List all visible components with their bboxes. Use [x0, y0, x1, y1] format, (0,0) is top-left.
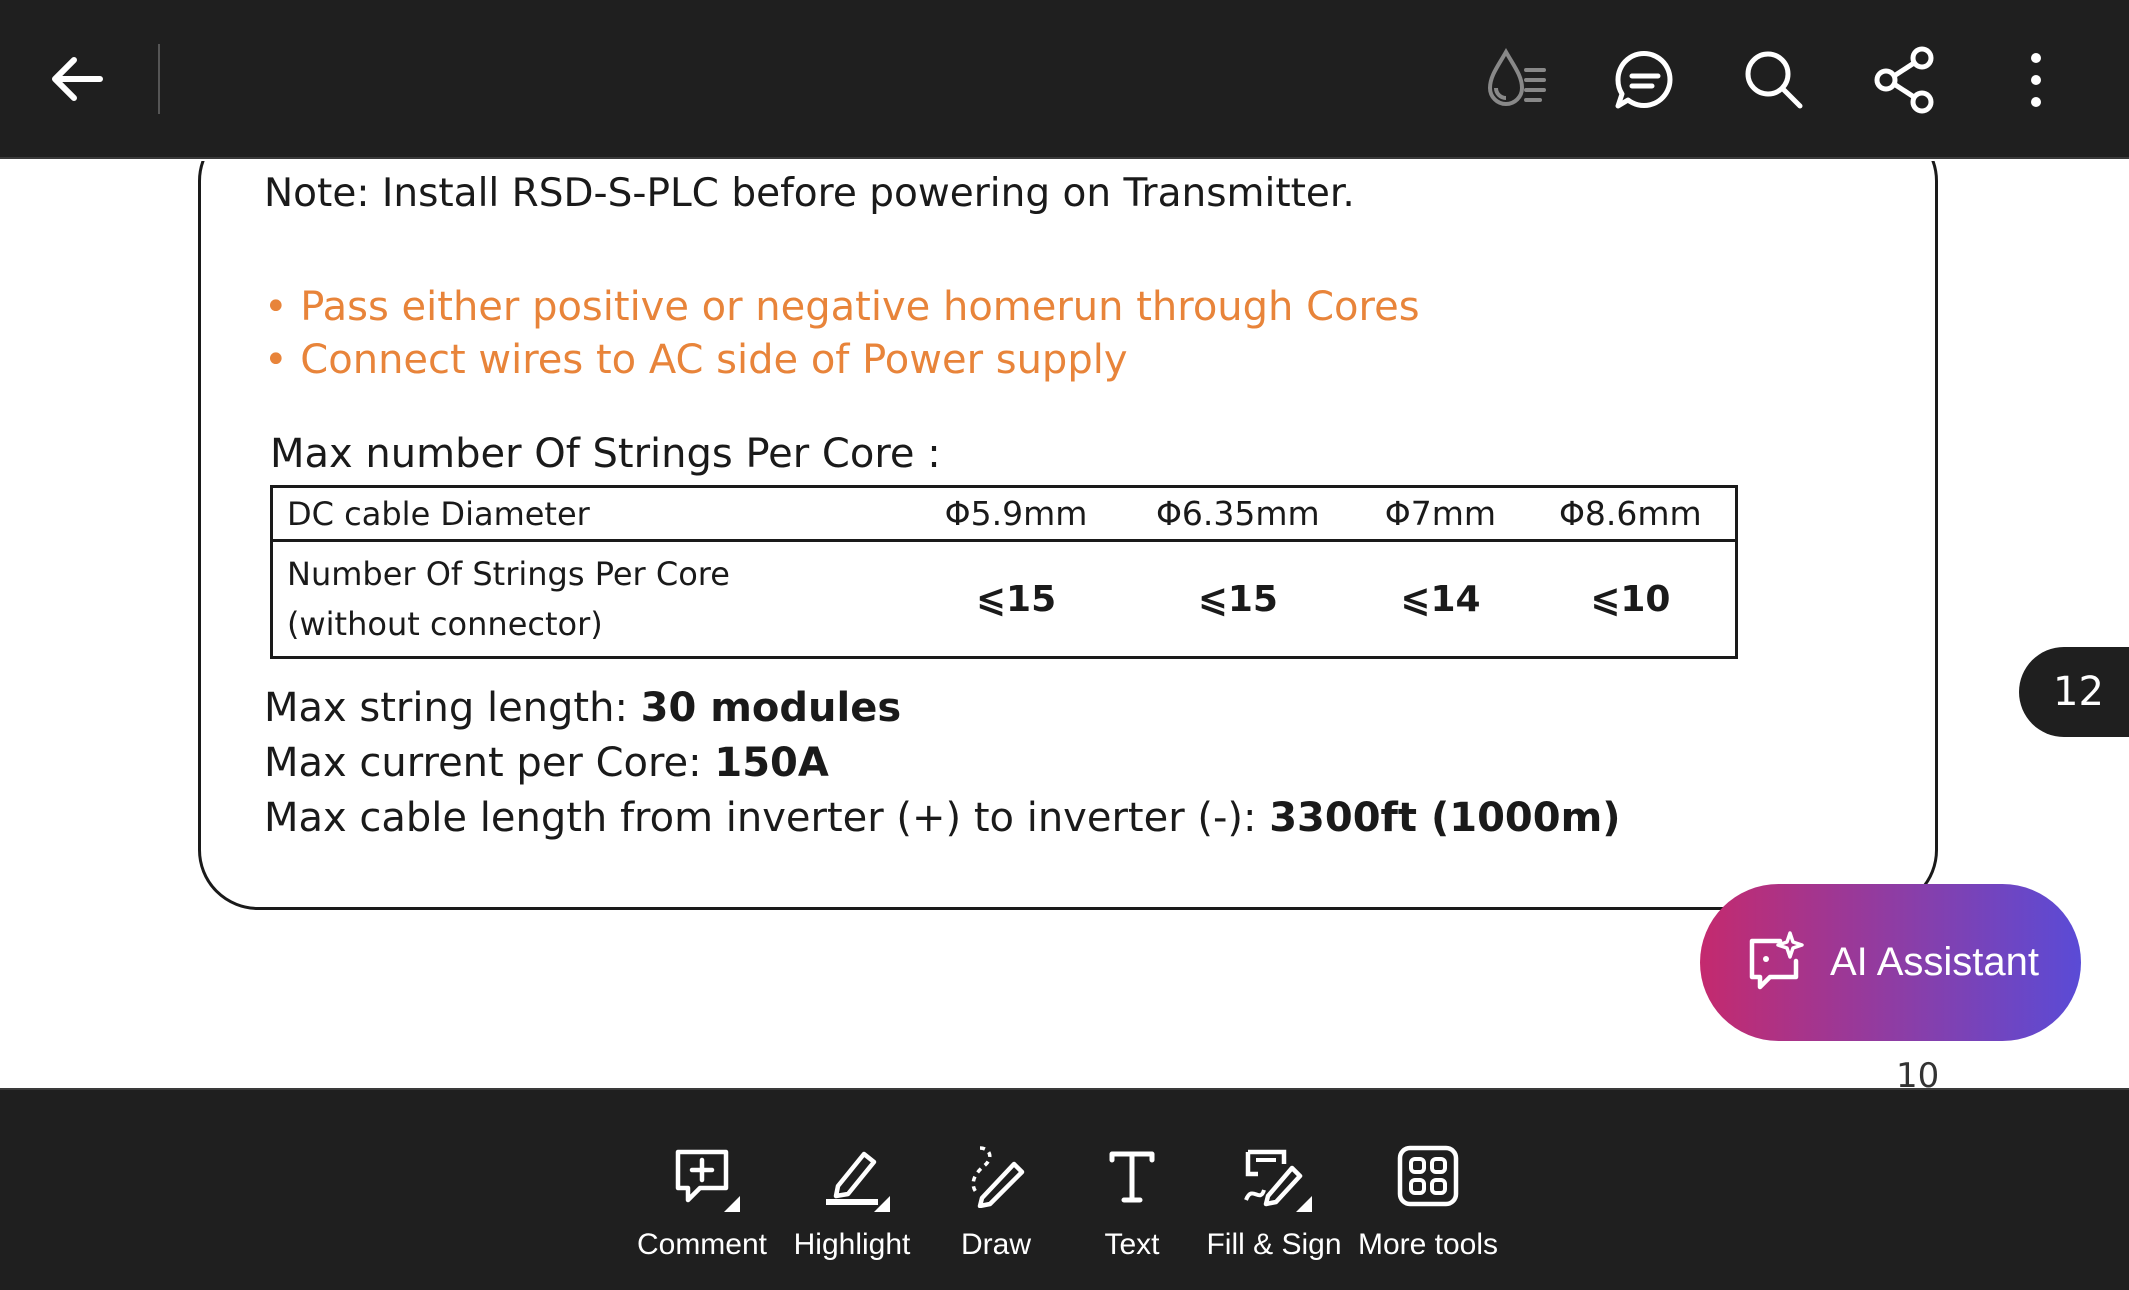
back-arrow-icon[interactable] — [40, 40, 120, 120]
page-indicator-badge[interactable]: 12 — [2019, 647, 2129, 737]
highlight-icon — [812, 1138, 892, 1214]
row-label-line1: Number Of Strings Per Core — [287, 555, 730, 593]
table-row: Number Of Strings Per Core (without conn… — [272, 541, 1737, 658]
ai-assistant-button[interactable]: AI Assistant — [1700, 884, 2081, 1041]
text-tool-button[interactable]: Text — [1072, 1090, 1192, 1290]
strings-cell: ⩽10 — [1590, 578, 1671, 620]
more-tools-button[interactable]: More tools — [1356, 1090, 1500, 1290]
bullet-ac-side: • Connect wires to AC side of Power supp… — [264, 337, 1128, 383]
table-caption: Max number Of Strings Per Core : — [270, 431, 941, 477]
highlight-tool-button[interactable]: Highlight — [782, 1090, 922, 1290]
draw-tool-button[interactable]: Draw — [936, 1090, 1056, 1290]
toolbar-divider — [158, 44, 160, 114]
row-label: Number Of Strings Per Core (without conn… — [272, 541, 912, 658]
comments-icon[interactable] — [1602, 38, 1686, 122]
spec-cable-length: Max cable length from inverter (+) to in… — [264, 795, 1621, 841]
bottom-toolbar: Comment Highlight Draw Text Fill & Sign … — [0, 1088, 2129, 1290]
draw-label: Draw — [960, 1228, 1031, 1261]
install-note: Note: Install RSD-S-PLC before powering … — [264, 171, 1355, 216]
strings-cell: ⩽15 — [975, 578, 1057, 620]
ai-assistant-label: AI Assistant — [1830, 940, 2039, 984]
fill-sign-icon — [1234, 1138, 1314, 1214]
comment-tool-button[interactable]: Comment — [632, 1090, 772, 1290]
diameter-cell: Φ5.9mm — [944, 494, 1088, 533]
draw-icon — [956, 1138, 1036, 1214]
row-label-line2: (without connector) — [287, 605, 603, 643]
comment-icon — [662, 1138, 742, 1214]
liquid-mode-icon[interactable] — [1474, 38, 1558, 122]
header-label: DC cable Diameter — [287, 494, 590, 533]
diameter-cell: Φ7mm — [1384, 494, 1497, 533]
spec-string-length: Max string length: 30 modules — [264, 685, 902, 731]
text-label: Text — [1104, 1228, 1160, 1261]
share-icon[interactable] — [1864, 38, 1948, 122]
highlight-label: Highlight — [793, 1228, 911, 1261]
spec-current: Max current per Core: 150A — [264, 740, 829, 786]
strings-cell: ⩽14 — [1400, 578, 1481, 620]
diameter-cell: Φ6.35mm — [1155, 494, 1320, 533]
fill-sign-tool-button[interactable]: Fill & Sign — [1204, 1090, 1344, 1290]
bullet-homerun: • Pass either positive or negative homer… — [264, 284, 1420, 330]
table-header-row: DC cable Diameter Φ5.9mm Φ6.35mm Φ7mm Φ8… — [271, 487, 1737, 541]
text-icon — [1092, 1138, 1172, 1214]
more-tools-icon — [1388, 1138, 1468, 1214]
comment-label: Comment — [636, 1228, 768, 1261]
more-tools-label: More tools — [1357, 1228, 1499, 1261]
strings-cell: ⩽15 — [1197, 578, 1278, 620]
fill-sign-label: Fill & Sign — [1206, 1228, 1342, 1261]
search-icon[interactable] — [1732, 38, 1816, 122]
top-toolbar — [0, 0, 2129, 159]
strings-per-core-table: DC cable Diameter Φ5.9mm Φ6.35mm Φ7mm Φ8… — [270, 485, 1738, 659]
ai-sparkle-chat-icon — [1744, 929, 1808, 997]
more-vertical-icon[interactable] — [1994, 38, 2078, 122]
diameter-cell: Φ8.6mm — [1558, 494, 1702, 533]
